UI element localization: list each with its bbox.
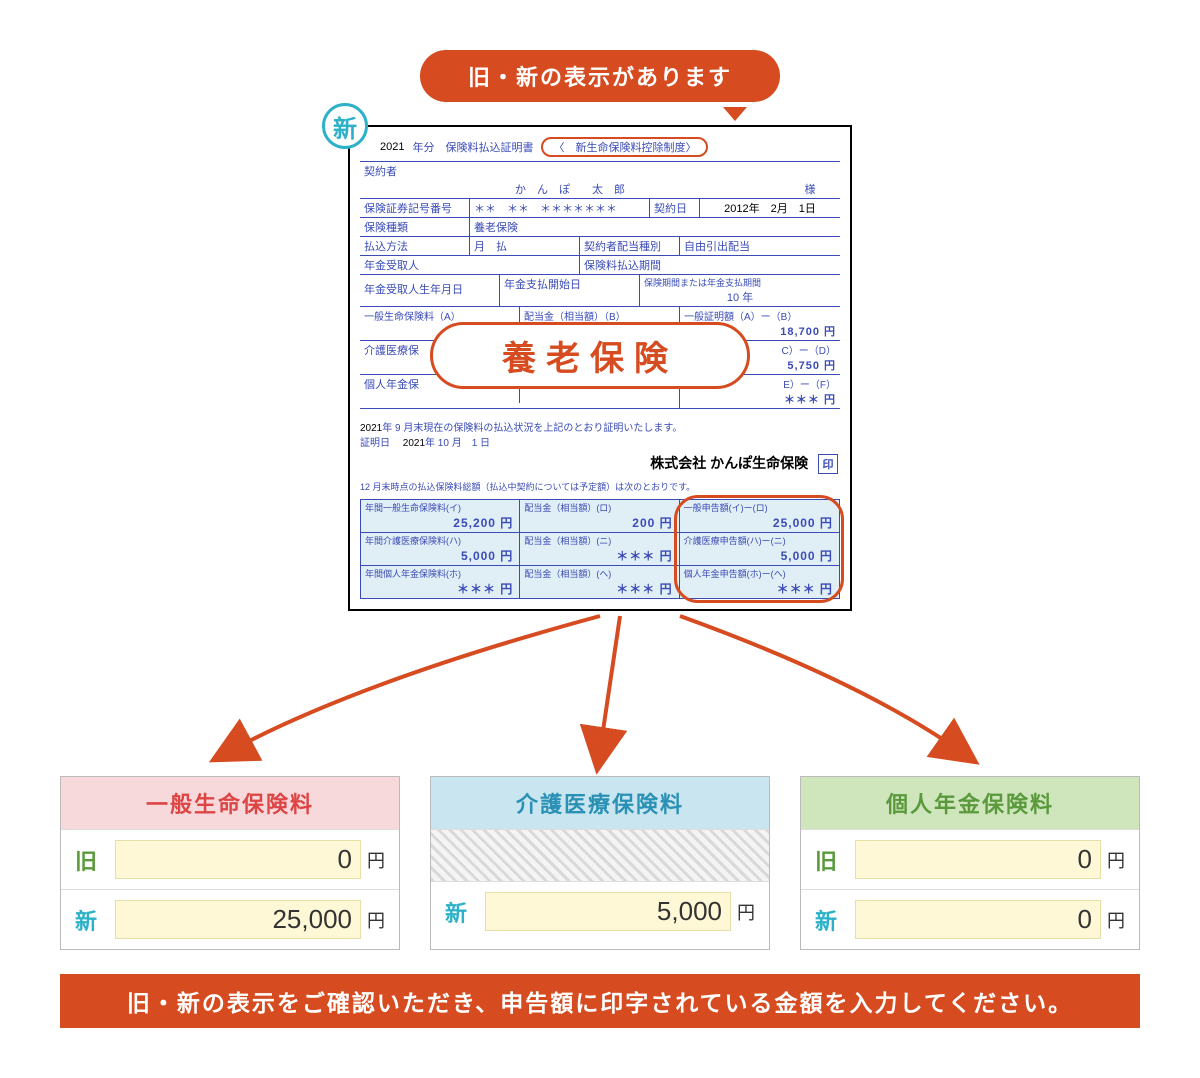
care-insurance-box: 介護医療保険料 新 5,000 円 [430,776,770,950]
type-label: 保険種類 [360,218,470,236]
dec-r2-m: ＊＊＊ 円 [524,547,674,564]
yen-label: 円 [367,907,385,933]
type-value: 養老保険 [470,218,840,236]
contractor-label: 契約者 [360,162,840,180]
term-label: 保険期間または年金支払期間 [644,276,836,289]
arrows-area [60,611,1140,776]
care-new-input[interactable]: 5,000 [485,892,731,931]
life-old-input[interactable]: 0 [115,840,361,879]
life-new-row: 新 25,000 円 [61,889,399,949]
payee-birth-label: 年金受取人生年月日 [360,275,500,306]
certificate: 2021 年分 保険料払込証明書 〈 新生命保険料控除制度〉 契約者 か ん ぽ… [348,125,852,611]
contractor-name: か ん ぽ 太 郎 [360,180,780,198]
old-label: 旧 [75,844,115,876]
care-hatched-area [431,829,769,881]
rowE-c: ＊＊＊ 円 [684,391,836,407]
cert-title-a: 年分 保険料払込証明書 [412,139,533,155]
issue-date-row: 証明日 2021年 10 月 1 日 [360,434,840,449]
top-callout: 旧・新の表示があります [420,50,780,102]
seal-icon: 印 [818,454,838,474]
new-label: 新 [445,896,485,928]
contract-date-label: 契約日 [650,199,700,217]
yen-label: 円 [1107,907,1125,933]
pension-new-row: 新 0 円 [801,889,1139,949]
pension-old-input[interactable]: 0 [855,840,1101,879]
alloc-label: 契約者配当種別 [580,237,680,255]
endowment-stamp: 養老保険 [430,322,750,389]
life-header: 一般生命保険料 [61,777,399,829]
input-boxes: 一般生命保険料 旧 0 円 新 25,000 円 介護医療保険料 新 5,000… [60,776,1140,950]
policy-no: ＊＊ ＊＊ ＊＊＊＊＊＊＊ [470,199,650,217]
term-cell: 保険期間または年金支払期間 10 年 [640,275,840,306]
new-label: 新 [815,904,855,936]
care-header: 介護医療保険料 [431,777,769,829]
alloc-value: 自由引出配当 [680,237,840,255]
dec-r3-m: ＊＊＊ 円 [524,580,674,597]
old-label: 旧 [815,844,855,876]
yen-label: 円 [737,899,755,925]
pension-insurance-box: 個人年金保険料 旧 0 円 新 0 円 [800,776,1140,950]
new-badge-icon: 新 [322,103,368,149]
pension-old-row: 旧 0 円 [801,829,1139,889]
pay-start-label: 年金支払開始日 [500,275,640,306]
callout-arrow-icon [723,107,747,121]
method-value: 月 払 [470,237,580,255]
honorific: 様 [780,180,840,198]
policy-no-label: 保険証券記号番号 [360,199,470,217]
dec-r3-r: ＊＊＊ 円 [684,580,835,597]
contract-date: 2012年 2月 1日 [700,199,840,217]
new-label: 新 [75,904,115,936]
dec-r1-m: 200 円 [524,514,674,531]
december-note: 12 月末時点の払込保険料総額（払込中契約については予定額）は次のとおりです。 [360,480,840,493]
arrow-right-icon [680,616,960,751]
december-table: 年間一般生命保険料(イ)25,200 円 配当金（相当額）(ロ)200 円 一般… [360,499,840,599]
term-value: 10 年 [644,289,836,305]
arrow-left-icon [230,616,600,751]
dec-r1-l: 25,200 円 [365,514,515,531]
pension-header: 個人年金保険料 [801,777,1139,829]
life-insurance-box: 一般生命保険料 旧 0 円 新 25,000 円 [60,776,400,950]
company-name: 株式会社 かんぽ生命保険 [650,455,808,471]
dec-r1-r: 25,000 円 [684,514,835,531]
dec-r3-l: ＊＊＊ 円 [365,580,515,597]
cert-title-row: 2021 年分 保険料払込証明書 〈 新生命保険料控除制度〉 [360,135,840,161]
paid-period-label: 保険料払込期間 [580,256,840,274]
life-new-input[interactable]: 25,000 [115,900,361,939]
yen-label: 円 [367,847,385,873]
dec-r2-l: 5,000 円 [365,547,515,564]
pension-payee-label: 年金受取人 [360,256,580,274]
statement: 2021年 9 月末現在の保険料の払込状況を上記のとおり証明いたします。 [360,419,840,434]
instruction-banner: 旧・新の表示をご確認いただき、申告額に印字されている金額を入力してください。 [60,974,1140,1028]
cert-year: 2021 [380,141,404,153]
company-row: 株式会社 かんぽ生命保険 印 [360,453,838,474]
yen-label: 円 [1107,847,1125,873]
arrow-center-icon [600,616,620,751]
dec-r2-r: 5,000 円 [684,547,835,564]
arrows-svg [60,611,1140,776]
life-old-row: 旧 0 円 [61,829,399,889]
pension-new-input[interactable]: 0 [855,900,1101,939]
method-label: 払込方法 [360,237,470,255]
care-new-row: 新 5,000 円 [431,881,769,941]
certificate-wrapper: 新 2021 年分 保険料払込証明書 〈 新生命保険料控除制度〉 契約者 か ん… [348,125,852,611]
cert-system-oval: 〈 新生命保険料控除制度〉 [541,137,708,157]
